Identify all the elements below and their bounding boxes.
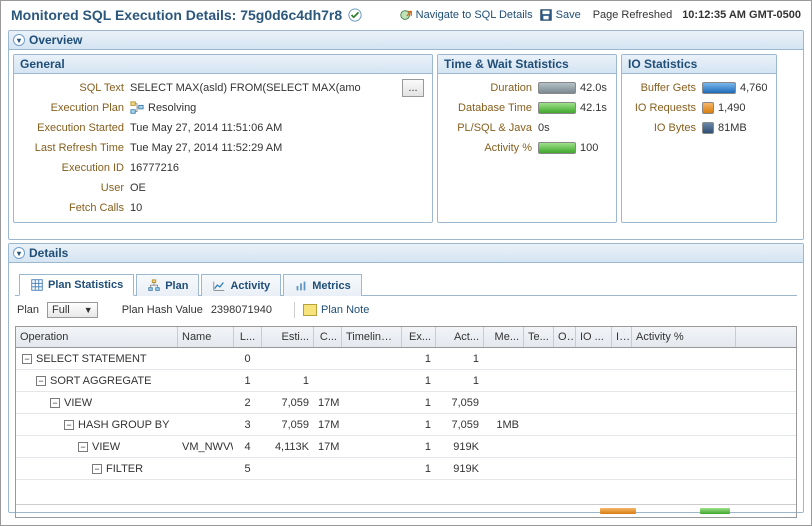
duration-bar xyxy=(538,82,576,94)
page-refreshed-label: Page Refreshed xyxy=(593,9,673,21)
tree-collapse-icon[interactable]: − xyxy=(78,442,88,452)
overview-section-header[interactable]: ▾ Overview xyxy=(9,31,803,50)
plan-note-button[interactable]: Plan Note xyxy=(303,304,369,316)
label-user: User xyxy=(22,182,130,194)
db-time-bar xyxy=(538,102,576,114)
bar-chart-icon xyxy=(294,279,308,293)
plan-hash-value: 2398071940 xyxy=(211,304,272,316)
label-db-time: Database Time xyxy=(446,102,538,114)
label-exec-id: Execution ID xyxy=(22,162,130,174)
tree-collapse-icon[interactable]: − xyxy=(36,376,46,386)
value-buffer-gets: 4,760 xyxy=(740,82,768,94)
value-fetch-calls: 10 xyxy=(130,202,142,214)
col-line[interactable]: L... xyxy=(234,327,262,347)
globe-arrow-icon xyxy=(399,8,413,22)
tree-collapse-icon[interactable]: − xyxy=(22,354,32,364)
label-exec-plan: Execution Plan xyxy=(22,102,130,114)
tree-collapse-icon[interactable]: − xyxy=(64,420,74,430)
col-o[interactable]: O... xyxy=(554,327,576,347)
label-exec-started: Execution Started xyxy=(22,122,130,134)
label-last-refresh: Last Refresh Time xyxy=(22,142,130,154)
table-row[interactable]: −HASH GROUP BY37,05917M17,0591MB xyxy=(16,414,796,436)
sticky-note-icon xyxy=(303,304,317,316)
tree-icon xyxy=(147,279,161,293)
details-section-header[interactable]: ▾ Details xyxy=(9,244,803,263)
tab-activity[interactable]: Activity xyxy=(201,274,281,296)
page-title: Monitored SQL Execution Details: 75g0d6c… xyxy=(11,7,342,23)
label-sql-text: SQL Text xyxy=(22,82,130,94)
value-io-requests: 1,490 xyxy=(718,102,746,114)
value-exec-id: 16777216 xyxy=(130,162,179,174)
col-activity-pct[interactable]: Activity % xyxy=(632,327,736,347)
col-timeline[interactable]: Timeline(... xyxy=(342,327,402,347)
col-name[interactable]: Name xyxy=(178,327,234,347)
label-buffer-gets: Buffer Gets xyxy=(630,82,702,94)
grid-footer-sparkline xyxy=(16,504,796,517)
collapse-toggle-icon[interactable]: ▾ xyxy=(13,34,25,46)
plan-grid-body[interactable]: −SELECT STATEMENT011−SORT AGGREGATE1111−… xyxy=(16,348,796,504)
navigate-sql-details-link[interactable]: Navigate to SQL Details xyxy=(399,8,533,22)
label-io-bytes: IO Bytes xyxy=(630,122,702,134)
value-io-bytes: 81MB xyxy=(718,122,747,134)
value-sql-text: SELECT MAX(asld) FROM(SELECT MAX(amo xyxy=(130,82,361,94)
value-last-refresh: Tue May 27, 2014 11:52:29 AM xyxy=(130,142,282,154)
sql-text-expand-button[interactable]: ... xyxy=(402,79,424,97)
tws-card-title: Time & Wait Statistics xyxy=(438,55,616,74)
table-icon xyxy=(30,278,44,292)
io-bytes-bar xyxy=(702,122,714,134)
label-io-requests: IO Requests xyxy=(630,102,702,114)
plan-hash-label: Plan Hash Value xyxy=(122,304,203,316)
buffer-gets-bar xyxy=(702,82,736,94)
col-estimated[interactable]: Esti... xyxy=(262,327,314,347)
tab-plan[interactable]: Plan xyxy=(136,274,199,296)
col-operation[interactable]: Operation xyxy=(16,327,178,347)
col-i[interactable]: I... xyxy=(612,327,632,347)
value-db-time: 42.1s xyxy=(580,102,607,114)
general-card-title: General xyxy=(14,55,432,74)
tree-collapse-icon[interactable]: − xyxy=(50,398,60,408)
table-row[interactable]: −VIEW27,05917M17,059 xyxy=(16,392,796,414)
collapse-toggle-icon[interactable]: ▾ xyxy=(13,247,25,259)
tab-metrics[interactable]: Metrics xyxy=(283,274,362,296)
status-ok-icon xyxy=(348,8,362,22)
col-temp[interactable]: Te... xyxy=(524,327,554,347)
tree-collapse-icon[interactable]: − xyxy=(92,464,102,474)
value-exec-plan: Resolving xyxy=(148,102,196,114)
plan-dropdown[interactable]: Full▼ xyxy=(47,302,98,318)
io-card-title: IO Statistics xyxy=(622,55,776,74)
table-row[interactable]: −SORT AGGREGATE1111 xyxy=(16,370,796,392)
save-button[interactable]: Save xyxy=(539,8,581,22)
col-cost[interactable]: C... xyxy=(314,327,342,347)
activity-bar xyxy=(538,142,576,154)
io-requests-bar xyxy=(702,102,714,114)
line-chart-icon xyxy=(212,279,226,293)
col-io[interactable]: IO ... xyxy=(576,327,612,347)
label-duration: Duration xyxy=(446,82,538,94)
value-user: OE xyxy=(130,182,146,194)
label-activity: Activity % xyxy=(446,142,538,154)
table-row[interactable]: −SELECT STATEMENT011 xyxy=(16,348,796,370)
label-fetch-calls: Fetch Calls xyxy=(22,202,130,214)
save-icon xyxy=(539,8,553,22)
col-executions[interactable]: Ex... xyxy=(402,327,436,347)
tab-plan-statistics[interactable]: Plan Statistics xyxy=(19,274,134,296)
col-actual[interactable]: Act... xyxy=(436,327,484,347)
value-duration: 42.0s xyxy=(580,82,607,94)
label-plsql: PL/SQL & Java xyxy=(446,122,538,134)
table-row[interactable]: −VIEWVM_NWVW44,113K17M1919K xyxy=(16,436,796,458)
plan-structure-icon xyxy=(130,101,144,115)
value-exec-started: Tue May 27, 2014 11:51:06 AM xyxy=(130,122,282,134)
value-plsql: 0s xyxy=(538,122,550,134)
value-activity: 100 xyxy=(580,142,598,154)
page-refreshed-time: 10:12:35 AM GMT-0500 xyxy=(682,9,801,21)
col-memory[interactable]: Me... xyxy=(484,327,524,347)
dropdown-arrow-icon: ▼ xyxy=(84,305,93,315)
plan-label: Plan xyxy=(17,304,39,316)
table-row[interactable]: −FILTER51919K xyxy=(16,458,796,480)
